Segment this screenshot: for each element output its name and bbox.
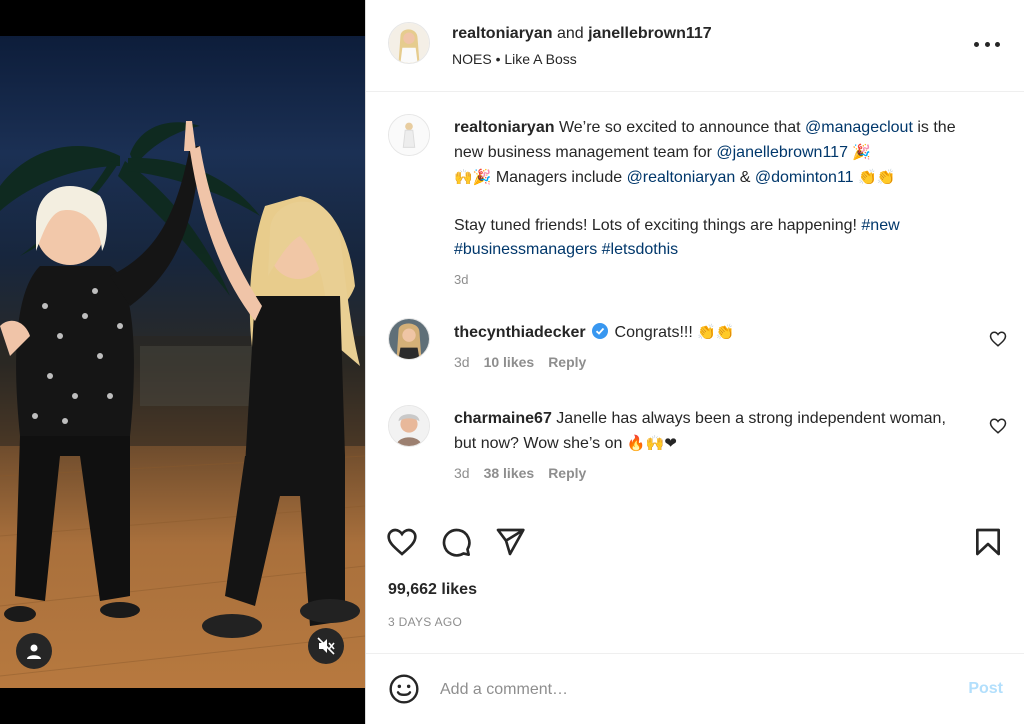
commenter-avatar[interactable] [388,318,430,360]
fire-hands-heart-emoji: 🔥🙌❤ [626,434,677,452]
speaker-muted-icon [317,637,335,655]
clapping-emoji: 👏👏 [858,168,896,186]
share-icon[interactable] [494,526,526,558]
avatar-image [389,406,429,446]
comment-heart-icon[interactable] [989,330,1007,348]
comment-heart-icon[interactable] [989,417,1007,435]
comment-likes[interactable]: 38 likes [484,465,535,481]
caption-text: Stay tuned friends! Lots of exciting thi… [454,217,857,234]
collab-username[interactable]: janellebrown117 [588,25,712,42]
mention-link[interactable]: @janellebrown117 [716,144,848,161]
caption-text: & [739,169,751,186]
likes-count[interactable]: 99,662 likes [388,581,477,599]
audio-separator: • [495,51,501,67]
dot [974,41,979,47]
clapping-emoji: 👏👏 [697,323,735,341]
author-avatar[interactable] [388,22,430,64]
comment-input[interactable] [440,676,920,704]
comments-list: realtoniaryan We’re so excited to announ… [366,92,1024,512]
comment-meta: 3d 10 likes Reply [454,354,586,370]
avatar-image [389,23,429,63]
bookmark-icon[interactable] [972,526,1004,558]
comment-time[interactable]: 3d [454,354,470,370]
smiley-icon[interactable] [388,673,420,705]
comment-username[interactable]: thecynthiadecker [454,324,586,341]
reply-button[interactable]: Reply [548,465,586,481]
author-username[interactable]: realtoniaryan [452,25,552,42]
user-tag-button[interactable] [16,633,52,669]
mute-toggle-button[interactable] [308,628,344,664]
verified-badge-icon [592,323,609,339]
heart-icon[interactable] [386,526,418,558]
comment-time[interactable]: 3d [454,465,470,481]
hashtag-link[interactable]: #new [861,217,899,234]
post-details-panel: realtoniaryan and janellebrown117 NOES •… [365,0,1024,724]
add-comment-bar: Post [366,653,1024,724]
caption-text: Managers include [495,169,623,186]
post-modal: realtoniaryan and janellebrown117 NOES •… [0,0,1024,724]
party-popper-emoji: 🎉 [852,143,872,161]
commenter-avatar[interactable] [388,405,430,447]
post-caption: realtoniaryan We’re so excited to announ… [454,116,984,292]
hashtag-link[interactable]: #businessmanagers [454,241,597,258]
caption-avatar[interactable] [388,114,430,156]
post-authors: realtoniaryan and janellebrown117 [452,25,712,43]
avatar-image [389,115,429,155]
post-photo[interactable] [0,36,365,688]
mention-link[interactable]: @manageclout [805,119,913,136]
post-comment-button[interactable]: Post [968,680,1003,698]
comment-username[interactable]: charmaine67 [454,410,552,427]
comment-icon[interactable] [440,526,472,558]
media-pane [0,0,365,724]
post-header: realtoniaryan and janellebrown117 NOES •… [366,0,1024,92]
hashtag-link[interactable]: #letsdothis [602,241,679,258]
caption-meta: 3d [454,268,984,292]
audio-artist[interactable]: NOES [452,51,492,67]
comment-text-block: thecynthiadecker Congrats!!! 👏👏 [454,320,954,345]
person-icon [27,644,41,659]
comment-likes[interactable]: 10 likes [484,354,535,370]
reply-button[interactable]: Reply [548,354,586,370]
comment-text: Congrats!!! [614,324,693,341]
caption-time[interactable]: 3d [454,272,468,287]
comment-text-block: charmaine67 Janelle has always been a st… [454,407,954,456]
post-date: 3 DAYS AGO [388,615,463,629]
raised-hands-emoji: 🙌🎉 [454,168,492,186]
post-actions-bar [366,520,1024,564]
comment-meta: 3d 38 likes Reply [454,465,586,481]
avatar-image [389,319,429,359]
more-options-icon[interactable] [974,34,1000,54]
audio-info[interactable]: NOES • Like A Boss [452,51,577,67]
dot [984,41,990,47]
dot [995,41,1000,47]
mention-link[interactable]: @realtoniaryan [627,169,736,186]
audio-track[interactable]: Like A Boss [504,51,576,67]
author-joiner: and [556,25,584,42]
mention-link[interactable]: @dominton11 [755,169,854,186]
caption-text: We’re so excited to announce that [558,119,801,136]
caption-username[interactable]: realtoniaryan [454,119,554,136]
